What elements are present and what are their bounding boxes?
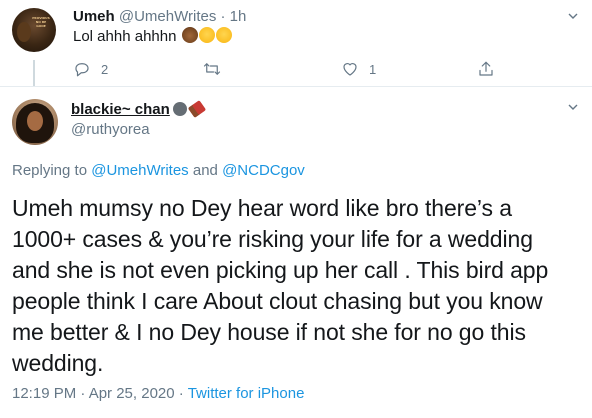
timestamp[interactable]: 1h	[230, 8, 247, 25]
retweet-button[interactable]	[203, 59, 231, 79]
timestamp[interactable]: 12:19 PM · Apr 25, 2020	[12, 385, 175, 402]
chevron-down-icon[interactable]	[567, 101, 579, 113]
retweet-icon	[203, 63, 221, 75]
tweet-text-line: Umeh mumsy no Dey hear word like bro the…	[12, 195, 512, 221]
reply-icon	[75, 63, 89, 77]
like-button[interactable]: 1	[341, 59, 376, 79]
reply-count: 2	[101, 61, 109, 77]
heart-icon	[343, 63, 357, 76]
avatar-text: PROVIDUS NO BE GONE	[32, 16, 50, 28]
display-name[interactable]: Umeh	[73, 8, 115, 25]
black-circle-emoji	[172, 102, 187, 116]
source-link[interactable]: Twitter for iPhone	[188, 385, 305, 402]
replying-prefix: Replying to	[12, 162, 88, 179]
tweet-text-content: Lol ahhh ahhhn	[73, 28, 177, 45]
avatar[interactable]	[12, 99, 58, 145]
mention-link[interactable]: @UmehWrites	[91, 162, 188, 179]
user-handle[interactable]: @ruthyorea	[71, 121, 150, 139]
facepalm-emoji	[181, 27, 198, 43]
rofl-emoji	[198, 27, 215, 43]
tweet-text-line: 1000+ cases & you’re risking your life f…	[12, 226, 533, 252]
replying-to: Replying to @UmehWrites and @NCDCgov	[12, 162, 305, 180]
like-count: 1	[369, 61, 377, 77]
divider	[0, 86, 592, 87]
chevron-down-icon[interactable]	[567, 10, 579, 22]
separator: ·	[220, 8, 226, 25]
share-icon	[479, 61, 493, 76]
tweet-meta: 12:19 PM · Apr 25, 2020 · Twitter for iP…	[12, 385, 304, 403]
laughing-emoji	[215, 27, 232, 43]
tweet-text-line: wedding.	[12, 350, 104, 376]
chocolate-bar-emoji	[187, 100, 206, 118]
tweet-text: Umeh mumsy no Dey hear word like bro the…	[12, 193, 584, 379]
tweet-text-line: me better & I no Dey house if not she fo…	[12, 319, 526, 345]
separator: ·	[178, 385, 184, 402]
reply-button[interactable]: 2	[73, 59, 108, 79]
replying-and: and	[192, 162, 218, 179]
display-name[interactable]: blackie~ chan	[71, 101, 170, 118]
user-handle[interactable]: @UmehWrites	[119, 8, 216, 25]
thread-connector	[33, 60, 35, 86]
parent-tweet[interactable]: PROVIDUS NO BE GONE Umeh @UmehWrites · 1…	[0, 0, 592, 86]
mention-link[interactable]: @NCDCgov	[222, 162, 305, 179]
tweet-text: Lol ahhh ahhhn	[73, 27, 232, 47]
tweet-text-line: and she is not even picking up her call …	[12, 257, 549, 283]
avatar[interactable]: PROVIDUS NO BE GONE	[12, 8, 56, 52]
share-button[interactable]	[477, 59, 495, 79]
display-name-row[interactable]: blackie~ chan	[71, 100, 206, 119]
tweet-text-line: people think I care About clout chasing …	[12, 288, 543, 314]
tweet-header: Umeh @UmehWrites · 1h	[73, 8, 246, 26]
